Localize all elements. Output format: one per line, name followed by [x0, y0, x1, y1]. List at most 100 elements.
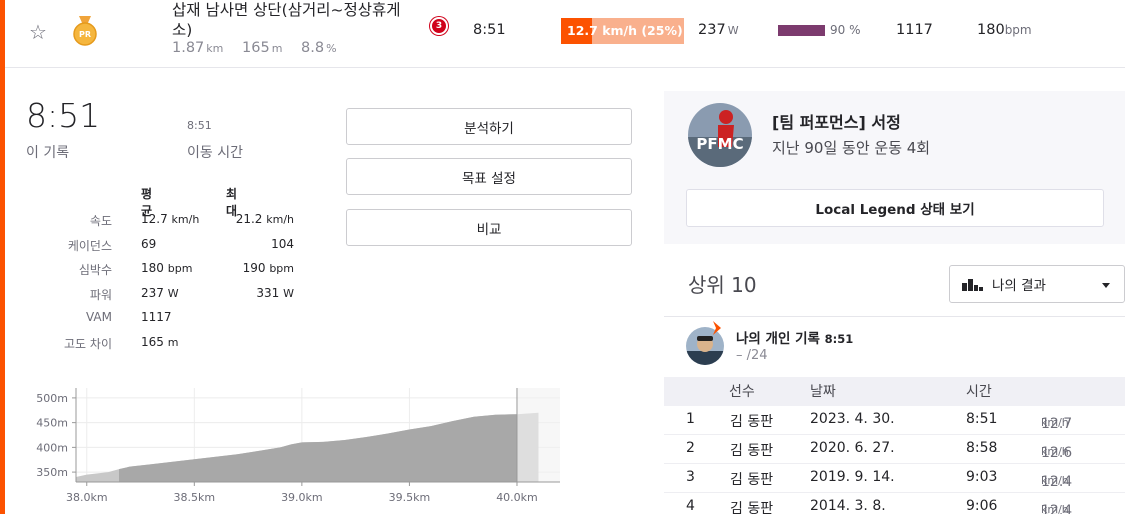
- stat-avg-unit: W: [167, 286, 179, 300]
- row-rank: 1: [686, 411, 695, 427]
- stat-label: 케이던스: [67, 238, 112, 253]
- stat-label: 파워: [89, 287, 112, 302]
- heart-rate-bar: [778, 25, 825, 36]
- leaderboard-row[interactable]: 4김 동판 2014. 3. 8. 9:06 12.4 km/h: [664, 493, 1125, 514]
- personal-record-row[interactable]: 나의 개인 기록 8:51 – /24: [664, 316, 1125, 377]
- stat-row: 속도 12.7 km/h 21.2 km/h: [40, 212, 310, 232]
- elevation-chart[interactable]: 350m 400m 450m 500m 38.0km 38.5km 39.0km 39.5km…: [26, 382, 566, 514]
- set-goal-button[interactable]: 목표 설정: [346, 158, 632, 195]
- row-time: 9:03: [966, 469, 998, 485]
- stat-max-value: 104: [271, 236, 294, 251]
- distance-unit: km: [206, 42, 224, 55]
- stat-max-unit: W: [283, 286, 294, 300]
- active-row-accent: [0, 0, 5, 514]
- stat-max: 21.2 km/h: [236, 212, 294, 226]
- stat-row: 고도 차이 165 m: [40, 335, 310, 355]
- bpm-unit: bpm: [1004, 23, 1032, 37]
- club-avatar[interactable]: PFMC: [688, 103, 752, 167]
- local-legend-card: PFMC [팀 퍼포먼스] 서정 지난 90일 동안 운동 4회 Local L…: [664, 91, 1125, 244]
- row-athlete[interactable]: 김 동판: [730, 411, 773, 431]
- stat-row: VAM 1117: [40, 310, 310, 330]
- leaderboard-title: 상위 10: [688, 273, 757, 297]
- stat-avg-value: 180: [141, 261, 164, 275]
- club-logo-text: PFMC: [696, 135, 743, 153]
- stat-avg-value: 12.7: [141, 212, 168, 226]
- row-rank: 4: [686, 498, 695, 514]
- row-speed-unit: km/h: [1041, 503, 1069, 514]
- pr-medal-label: PR: [79, 30, 91, 39]
- club-title[interactable]: [팀 퍼포먼스] 서정: [772, 109, 901, 133]
- x-tick-label: 39.0km: [281, 491, 323, 504]
- grade-unit: %: [326, 42, 337, 55]
- pr-medal-icon: PR: [73, 16, 97, 46]
- analyze-button[interactable]: 분석하기: [346, 108, 632, 145]
- filter-value: 나의 결과: [992, 278, 1046, 294]
- leaderboard-row[interactable]: 1김 동판 2023. 4. 30. 8:51 12.7 km/h: [664, 406, 1125, 435]
- leaderboard-filter-select[interactable]: 나의 결과: [949, 265, 1125, 303]
- row-date[interactable]: 2023. 4. 30.: [810, 411, 895, 427]
- row-athlete[interactable]: 김 동판: [730, 498, 773, 514]
- y-tick-label: 350m: [36, 466, 68, 479]
- stat-avg-value: 165: [141, 334, 164, 349]
- segment-vam: 1117: [896, 22, 933, 38]
- speed-bar: 12.7 km/h (25%): [561, 18, 684, 44]
- segment-time: 8:51: [473, 22, 506, 38]
- row-speed-unit: km/h: [1041, 474, 1069, 487]
- row-rank: 2: [686, 440, 695, 456]
- leaderboard-row[interactable]: 3김 동판 2019. 9. 14. 9:03 12.4 km/h: [664, 464, 1125, 493]
- pr-time: 8:51: [824, 332, 854, 346]
- x-tick-label: 39.5km: [389, 491, 431, 504]
- stat-label: 속도: [89, 214, 112, 228]
- segment-row[interactable]: ☆ PR 삽재 남사면 상단(삼거리~정상휴게소) 1.87 km 165 m 8.…: [5, 0, 1125, 68]
- local-legend-button[interactable]: Local Legend 상태 보기: [686, 189, 1104, 227]
- stat-avg-unit: m: [167, 335, 179, 349]
- segment-meta: 1.87 km 165 m 8.8%: [172, 40, 337, 56]
- row-date[interactable]: 2014. 3. 8.: [810, 498, 886, 514]
- stat-max: 104: [271, 237, 294, 251]
- stat-avg-unit: km/h: [171, 213, 200, 226]
- club-subtitle: 지난 90일 동안 운동 4회: [772, 139, 931, 157]
- row-time: 8:58: [966, 440, 998, 456]
- speed-text: 12.7 km/h (25%): [567, 23, 683, 38]
- col-time: 시간: [966, 384, 992, 400]
- stat-avg: 1117: [141, 310, 172, 324]
- row-date[interactable]: 2020. 6. 27.: [810, 440, 895, 456]
- stat-max-value: 331: [256, 285, 280, 300]
- col-date: 날짜: [810, 384, 836, 400]
- stat-max-value: 21.2: [235, 212, 263, 226]
- star-icon[interactable]: ☆: [29, 20, 47, 44]
- segment-name[interactable]: 삽재 남사면 상단(삼거리~정상휴게소): [172, 0, 412, 40]
- stat-avg-value: 1117: [141, 310, 172, 324]
- stat-avg-unit: bpm: [167, 262, 193, 275]
- segment-power: 237 W: [698, 22, 739, 38]
- pr-title-label: 나의 개인 기록: [736, 331, 820, 347]
- row-speed-unit: km/h: [1041, 416, 1069, 429]
- row-athlete[interactable]: 김 동판: [730, 440, 773, 460]
- segment-highlight-area: [119, 414, 517, 482]
- stat-max: 331 W: [256, 286, 294, 300]
- stat-max-value: 190: [242, 261, 266, 275]
- elapsed-time-label: 이 기록: [26, 145, 70, 161]
- stat-max-unit: bpm: [269, 262, 294, 275]
- bpm-value: 180: [977, 22, 1005, 38]
- col-athlete: 선수: [729, 384, 755, 400]
- row-rank: 3: [686, 469, 695, 485]
- stat-avg: 180 bpm: [141, 261, 192, 275]
- stat-max: 190 bpm: [243, 261, 294, 275]
- power-value: 237: [698, 22, 726, 38]
- stat-label: 심박수: [78, 263, 112, 277]
- segment-distance: 1.87: [172, 40, 205, 56]
- row-time: 9:06: [966, 498, 998, 514]
- heart-rate-percent: 90 %: [830, 23, 861, 37]
- stat-label: VAM: [85, 310, 112, 324]
- leaderboard-row[interactable]: 2김 동판 2020. 6. 27. 8:58 12.6 km/h: [664, 435, 1125, 464]
- bar-chart-icon: [962, 279, 983, 291]
- pr-title: 나의 개인 기록 8:51: [736, 327, 853, 347]
- stat-avg: 12.7 km/h: [141, 212, 199, 226]
- row-athlete[interactable]: 김 동판: [730, 469, 773, 489]
- row-date[interactable]: 2019. 9. 14.: [810, 469, 895, 485]
- segment-grade: 8.8: [301, 40, 325, 56]
- compare-button[interactable]: 비교: [346, 209, 632, 246]
- chevron-down-icon: [1102, 283, 1110, 288]
- moving-time-label: 이동 시간: [187, 145, 243, 161]
